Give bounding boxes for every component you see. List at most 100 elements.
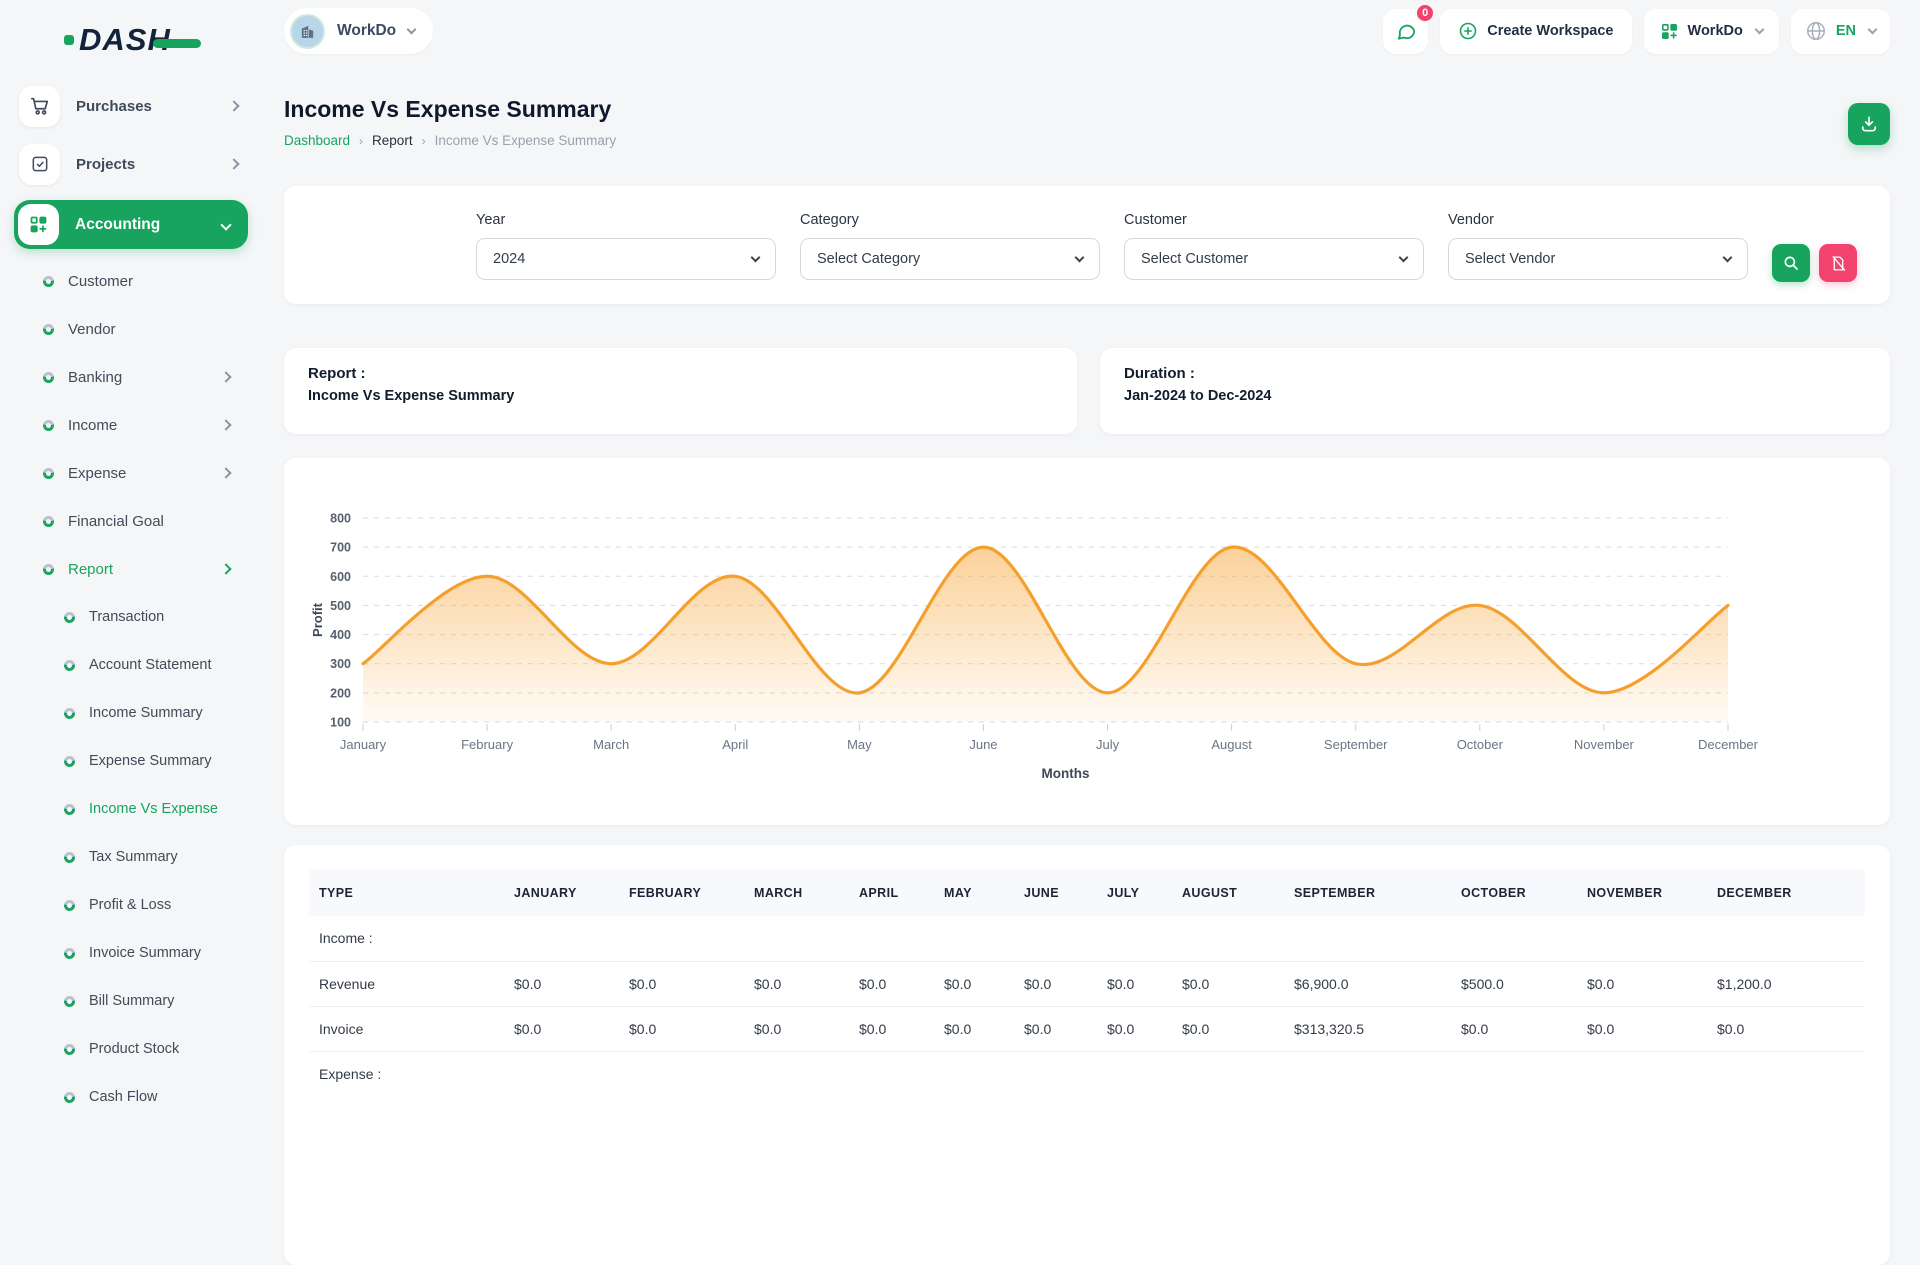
main-content: Income Vs Expense Summary Dashboard › Re…: [284, 0, 1890, 1080]
svg-text:200: 200: [330, 686, 351, 700]
sidebar-item-label: Account Statement: [89, 657, 212, 673]
column-header-may: MAY: [934, 869, 1014, 916]
table-header-row: TYPEJANUARYFEBRUARYMARCHAPRILMAYJUNEJULY…: [309, 869, 1865, 916]
sidebar-item-banking[interactable]: Banking: [0, 353, 262, 401]
cell-value: $0.0: [934, 961, 1014, 1006]
bullet-icon: [64, 708, 75, 719]
sidebar-item-customer[interactable]: Customer: [0, 257, 262, 305]
cell-value: $0.0: [1014, 1006, 1097, 1051]
sidebar-item-report[interactable]: Report: [0, 545, 262, 593]
column-header-march: MARCH: [744, 869, 849, 916]
sidebar-item-label: Income: [68, 417, 117, 434]
bullet-icon: [64, 612, 75, 623]
sidebar-item-label: Income Vs Expense: [89, 801, 218, 817]
svg-text:August: August: [1211, 737, 1252, 752]
sidebar-item-profit-loss[interactable]: Profit & Loss: [0, 881, 262, 929]
customer-label: Customer: [1124, 212, 1424, 228]
sidebar-item-expense-summary[interactable]: Expense Summary: [0, 737, 262, 785]
breadcrumb-report[interactable]: Report: [372, 133, 413, 148]
column-header-august: AUGUST: [1172, 869, 1284, 916]
bullet-icon: [64, 804, 75, 815]
sidebar-item-financial-goal[interactable]: Financial Goal: [0, 497, 262, 545]
check-square-icon: [19, 144, 60, 185]
sidebar-item-label: Income Summary: [89, 705, 203, 721]
sidebar-item-income[interactable]: Income: [0, 401, 262, 449]
svg-text:April: April: [722, 737, 748, 752]
search-button[interactable]: [1772, 244, 1810, 282]
vendor-select-value: Select Vendor: [1465, 251, 1555, 267]
cell-value: $0.0: [504, 961, 619, 1006]
reset-filter-button[interactable]: [1819, 244, 1857, 282]
chevron-down-icon: [220, 219, 231, 230]
cell-value: $0.0: [744, 961, 849, 1006]
column-header-november: NOVEMBER: [1577, 869, 1707, 916]
chevron-right-icon: [228, 100, 239, 111]
svg-text:800: 800: [330, 512, 351, 526]
sidebar-item-label: Expense: [68, 465, 126, 482]
sidebar-item-label: Invoice Summary: [89, 945, 201, 961]
sidebar-item-income-summary[interactable]: Income Summary: [0, 689, 262, 737]
bullet-icon: [64, 852, 75, 863]
cart-icon: [19, 86, 60, 127]
svg-text:500: 500: [330, 599, 351, 613]
svg-text:January: January: [340, 737, 387, 752]
sidebar-item-expense[interactable]: Expense: [0, 449, 262, 497]
column-header-type: TYPE: [309, 869, 504, 916]
chevron-right-icon: [228, 158, 239, 169]
cell-value: $0.0: [1172, 961, 1284, 1006]
column-header-december: DECEMBER: [1707, 869, 1865, 916]
cell-value: $0.0: [1451, 1006, 1577, 1051]
bullet-icon: [43, 420, 54, 431]
bullet-icon: [64, 660, 75, 671]
cell-value: $0.0: [744, 1006, 849, 1051]
app-logo[interactable]: DASH: [64, 22, 171, 58]
breadcrumb-dashboard[interactable]: Dashboard: [284, 133, 350, 148]
vendor-select[interactable]: Select Vendor: [1448, 238, 1748, 280]
chevron-down-icon: [1723, 252, 1733, 262]
report-card-value: Income Vs Expense Summary: [308, 388, 1053, 404]
cell-value: $1,200.0: [1707, 961, 1865, 1006]
accounting-submenu: CustomerVendorBanking Income Expense Financ…: [0, 257, 262, 1121]
cell-value: $0.0: [1577, 961, 1707, 1006]
sidebar-item-account-statement[interactable]: Account Statement: [0, 641, 262, 689]
bullet-icon: [64, 996, 75, 1007]
sidebar-item-accounting[interactable]: Accounting: [14, 200, 248, 249]
column-header-june: JUNE: [1014, 869, 1097, 916]
breadcrumb: Dashboard › Report › Income Vs Expense S…: [284, 133, 616, 148]
sidebar-item-income-vs-expense[interactable]: Income Vs Expense: [0, 785, 262, 833]
vendor-label: Vendor: [1448, 212, 1748, 228]
sidebar-item-bill-summary[interactable]: Bill Summary: [0, 977, 262, 1025]
customer-select[interactable]: Select Customer: [1124, 238, 1424, 280]
download-button[interactable]: [1848, 103, 1890, 145]
sidebar-item-invoice-summary[interactable]: Invoice Summary: [0, 929, 262, 977]
table-group-row: Expense :: [309, 1051, 1865, 1096]
category-select[interactable]: Select Category: [800, 238, 1100, 280]
cell-value: $0.0: [1097, 1006, 1172, 1051]
cell-value: $0.0: [619, 1006, 744, 1051]
sidebar-item-tax-summary[interactable]: Tax Summary: [0, 833, 262, 881]
svg-text:September: September: [1324, 737, 1388, 752]
sidebar-item-product-stock[interactable]: Product Stock: [0, 1025, 262, 1073]
logo-dot-icon: [64, 35, 74, 45]
sidebar-item-transaction[interactable]: Transaction: [0, 593, 262, 641]
sidebar-item-purchases[interactable]: Purchases: [14, 84, 248, 128]
svg-text:February: February: [461, 737, 514, 752]
svg-text:Profit: Profit: [310, 602, 325, 637]
sidebar-item-label: Report: [68, 561, 113, 578]
table-row-revenue: Revenue$0.0$0.0$0.0$0.0$0.0$0.0$0.0$0.0$…: [309, 961, 1865, 1006]
category-label: Category: [800, 212, 1100, 228]
svg-text:March: March: [593, 737, 629, 752]
chevron-down-icon: [1399, 252, 1409, 262]
bullet-icon: [43, 516, 54, 527]
year-select[interactable]: 2024: [476, 238, 776, 280]
sidebar-item-cash-flow[interactable]: Cash Flow: [0, 1073, 262, 1121]
sidebar-item-label: Transaction: [89, 609, 164, 625]
sidebar-item-label: Profit & Loss: [89, 897, 171, 913]
sidebar-item-vendor[interactable]: Vendor: [0, 305, 262, 353]
bullet-icon: [43, 372, 54, 383]
table-group-row: Income :: [309, 916, 1865, 961]
duration-card-title: Duration :: [1124, 365, 1866, 382]
column-header-april: APRIL: [849, 869, 934, 916]
sidebar-item-projects[interactable]: Projects: [14, 142, 248, 186]
sidebar-item-label: Bill Summary: [89, 993, 174, 1009]
